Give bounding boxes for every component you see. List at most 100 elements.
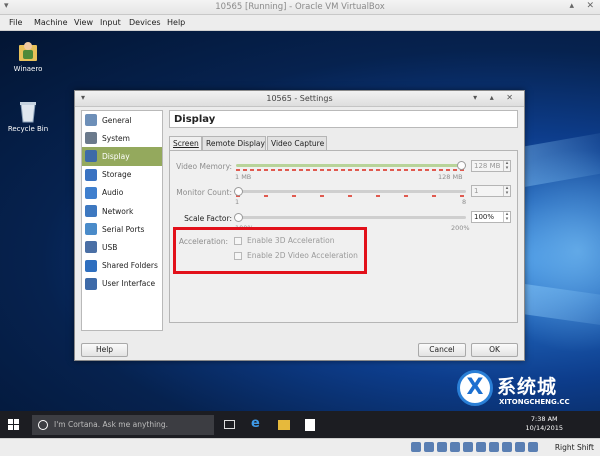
capture-status-icon[interactable] [502,442,512,452]
storage-icon [85,168,97,181]
scale-factor-input[interactable]: 100% ▴ ▾ [471,211,511,223]
audio-icon [85,186,97,199]
usb-icon [85,241,97,254]
menu-view[interactable]: View [74,18,93,27]
sidebar-item-display[interactable]: Display [82,147,162,166]
monitor-count-min: 1 [235,198,240,206]
network-status-icon[interactable] [450,442,460,452]
ui-icon [85,277,97,290]
help-button[interactable]: Help [81,343,128,357]
tray-date: 10/14/2015 [525,424,563,432]
menu-help[interactable]: Help [167,18,185,27]
cpu-status-icon[interactable] [515,442,525,452]
watermark: X 系统城 XITONGCHENG.CC [455,368,600,418]
video-memory-min: 1 MB [235,173,252,181]
spin-arrows-icon[interactable]: ▴ ▾ [503,161,510,171]
user-folder-icon [17,39,39,63]
scale-factor-slider-handle[interactable] [234,213,243,222]
watermark-logo: X [457,370,493,406]
sidebar-item-label: Serial Ports [102,224,145,234]
usb-status-icon[interactable] [463,442,473,452]
general-icon [85,114,97,127]
sidebar-item-label: Storage [102,170,132,180]
sidebar-item-label: User Interface [102,279,156,289]
dialog-window-controls[interactable]: ▾ ▴ ✕ [473,93,518,102]
desktop-icon-recycle-bin[interactable]: Recycle Bin [3,99,53,133]
video-memory-ticks [236,169,466,171]
tab-video-capture[interactable]: Video Capture [267,136,327,150]
menu-file[interactable]: File [9,18,22,27]
video-memory-input[interactable]: 128 MB ▴ ▾ [471,160,511,172]
desktop-icon-label: Winaero [13,65,43,73]
sidebar-item-label: System [102,133,130,143]
tab-screen[interactable]: Screen [169,136,202,151]
status-icons [411,442,538,452]
sidebar-item-shared-folders[interactable]: Shared Folders [82,257,162,275]
sidebar-item-user-interface[interactable]: User Interface [82,275,162,293]
scale-factor-max: 200% [451,224,470,232]
host-window-title: 10565 [Running] - Oracle VM VirtualBox [215,2,385,12]
monitor-count-slider-track[interactable] [236,190,466,193]
menu-input[interactable]: Input [100,18,121,27]
close-icon[interactable]: ✕ [586,1,594,11]
host-key-label: Right Shift [554,443,594,452]
display-icon [85,150,97,163]
menu-devices[interactable]: Devices [129,18,161,27]
audio-status-icon[interactable] [437,442,447,452]
scale-factor-label: Scale Factor: [184,214,232,223]
sidebar-item-general[interactable]: General [82,111,162,129]
cortana-search-box[interactable]: I'm Cortana. Ask me anything. [32,415,214,435]
shared-folder-status-icon[interactable] [476,442,486,452]
display-status-icon[interactable] [489,442,499,452]
host-menu-bar: File Machine View Input Devices Help [0,15,600,31]
cancel-button[interactable]: Cancel [418,343,466,357]
monitor-count-slider-handle[interactable] [234,187,243,196]
spin-arrows-icon[interactable]: ▴ ▾ [503,186,510,196]
host-title-bar: 10565 [Running] - Oracle VM VirtualBox ▾… [0,0,600,15]
video-memory-label: Video Memory: [176,162,232,171]
dialog-title: 10565 - Settings [266,94,333,103]
edge-icon[interactable]: e [251,416,263,431]
settings-sidebar: General System Display Storage Audio Network S… [81,110,163,331]
hdd-icon[interactable] [411,442,421,452]
sidebar-item-system[interactable]: System [82,129,162,147]
recycle-bin-icon [17,99,39,123]
sidebar-item-label: Audio [102,188,124,198]
task-view-icon[interactable] [224,420,235,429]
monitor-count-label: Monitor Count: [176,188,232,197]
cortana-icon [38,420,48,430]
sidebar-item-label: Display [102,151,130,161]
watermark-title: 系统城 [497,376,558,398]
sidebar-item-storage[interactable]: Storage [82,166,162,184]
serial-port-icon [85,223,97,236]
optical-drive-icon[interactable] [424,442,434,452]
store-icon[interactable] [305,419,315,431]
video-memory-max: 128 MB [438,173,463,181]
system-icon [85,132,97,145]
vm-status-bar: Right Shift [0,438,600,456]
sidebar-item-serial-ports[interactable]: Serial Ports [82,220,162,238]
desktop-icon-winaero[interactable]: Winaero [3,39,53,73]
sidebar-item-network[interactable]: Network [82,202,162,220]
video-memory-slider-handle[interactable] [457,161,466,170]
menu-machine[interactable]: Machine [34,18,68,27]
mouse-integration-icon[interactable] [528,442,538,452]
sidebar-item-label: USB [102,242,118,252]
watermark-subtitle: XITONGCHENG.CC [499,398,570,406]
scale-factor-slider-track[interactable] [236,216,466,219]
desktop-icon-label: Recycle Bin [7,125,49,133]
ok-button[interactable]: OK [471,343,518,357]
spin-arrows-icon[interactable]: ▴ ▾ [503,212,510,222]
file-explorer-icon[interactable] [278,420,290,430]
video-memory-slider-track[interactable] [236,164,466,167]
network-icon [85,205,97,218]
window-menu-icon[interactable]: ▾ [4,1,9,11]
sidebar-item-usb[interactable]: USB [82,238,162,256]
monitor-count-input[interactable]: 1 ▴ ▾ [471,185,511,197]
minimize-icon[interactable]: ▴ [569,1,574,11]
settings-dialog: ▾ 10565 - Settings ▾ ▴ ✕ General System Di… [74,90,525,361]
start-button[interactable] [8,419,19,430]
sidebar-item-audio[interactable]: Audio [82,184,162,202]
sidebar-item-label: Network [102,206,134,216]
tab-remote-display[interactable]: Remote Display [202,136,266,150]
